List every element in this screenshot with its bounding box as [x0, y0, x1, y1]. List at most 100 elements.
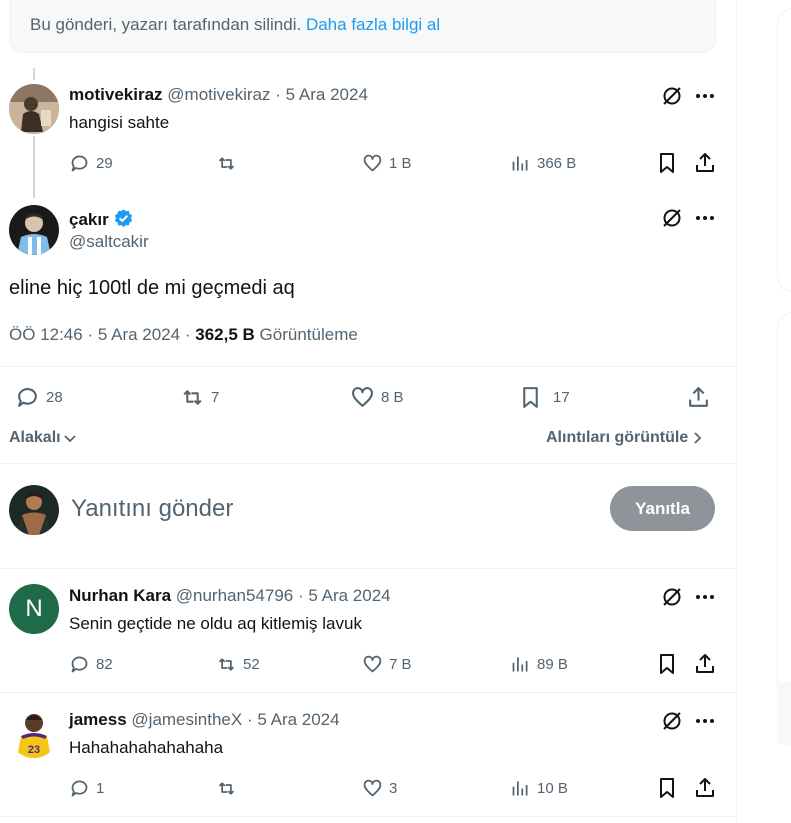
reply-submit-button[interactable]: Yanıtla	[610, 486, 715, 531]
grok-icon[interactable]	[660, 84, 684, 113]
repost-button[interactable]	[216, 778, 243, 799]
thread-line	[33, 136, 35, 198]
author-handle[interactable]: @motivekiraz	[167, 85, 270, 104]
share-button[interactable]	[693, 652, 717, 676]
more-icon[interactable]	[694, 84, 716, 113]
verified-badge-icon[interactable]	[113, 208, 134, 234]
like-button[interactable]: 3	[362, 778, 397, 799]
view-quotes-link[interactable]: Alıntıları görüntüle	[546, 429, 704, 447]
divider	[0, 692, 736, 693]
avatar-photo: 23	[9, 708, 59, 758]
share-button[interactable]	[693, 776, 717, 800]
jersey-number: 23	[28, 744, 40, 756]
avatar[interactable]	[9, 84, 59, 134]
author-header: çakır	[69, 208, 134, 234]
avatar[interactable]	[9, 205, 59, 255]
grok-icon[interactable]	[660, 585, 684, 614]
tweet-header: jamess @jamesintheX · 5 Ara 2024	[69, 710, 340, 730]
grok-icon[interactable]	[660, 709, 684, 738]
tweet-date[interactable]: 5 Ara 2024	[257, 710, 339, 729]
thread-line-top	[33, 68, 35, 80]
reply-button[interactable]: 82	[69, 654, 113, 675]
author-name[interactable]: çakır	[69, 210, 109, 229]
grok-icon[interactable]	[660, 206, 684, 235]
reply-button[interactable]: 1	[69, 778, 104, 799]
tweet-header: motivekiraz @motivekiraz · 5 Ara 2024	[69, 85, 368, 105]
author-name[interactable]: motivekiraz	[69, 85, 163, 104]
reply-button[interactable]: 29	[69, 153, 113, 174]
author-name[interactable]: jamess	[69, 710, 127, 729]
bookmark-button[interactable]: 17	[518, 385, 570, 410]
like-button[interactable]: 1 B	[362, 153, 412, 174]
tweet-date[interactable]: 5 Ara 2024	[98, 325, 180, 344]
tweet-text: Senin geçtide ne oldu aq kitlemiş lavuk	[69, 614, 362, 633]
separator: ·	[184, 325, 191, 344]
tweet-meta: ÖÖ 12:46 · 5 Ara 2024 · 362,5 B Görüntül…	[9, 325, 358, 345]
avatar[interactable]: N	[9, 584, 59, 634]
bookmark-button[interactable]	[655, 151, 679, 175]
reply-icon	[71, 155, 88, 172]
avatar[interactable]	[9, 485, 59, 535]
author-name[interactable]: Nurhan Kara	[69, 586, 171, 605]
more-icon[interactable]	[694, 206, 716, 235]
separator: ·	[87, 325, 94, 344]
reply-count: 29	[96, 155, 113, 172]
learn-more-link[interactable]: Daha fazla bilgi al	[306, 15, 440, 34]
sidebar-card	[777, 312, 791, 746]
reply-icon	[18, 388, 37, 407]
view-count: 366 B	[537, 155, 577, 172]
like-button[interactable]: 8 B	[350, 385, 404, 410]
reply-button[interactable]: 28	[15, 385, 63, 410]
views-icon	[512, 657, 528, 672]
like-count: 3	[389, 780, 398, 797]
compose-input[interactable]: Yanıtını gönder	[71, 495, 233, 523]
divider	[0, 463, 736, 464]
repost-button[interactable]: 52	[216, 654, 260, 675]
repost-button[interactable]	[216, 153, 243, 174]
views-button[interactable]: 366 B	[510, 153, 576, 174]
divider	[0, 568, 736, 569]
share-button[interactable]	[693, 151, 717, 175]
more-icon[interactable]	[694, 709, 716, 738]
like-button[interactable]: 7 B	[362, 654, 412, 675]
share-icon	[696, 778, 714, 797]
sort-relevant[interactable]: Alakalı	[9, 429, 77, 447]
author-handle[interactable]: @saltcakir	[69, 232, 149, 252]
like-count: 8 B	[381, 389, 404, 406]
avatar-initial: N	[25, 595, 43, 622]
sidebar-card-footer	[777, 682, 791, 744]
deleted-post-notice: Bu gönderi, yazarı tarafından silindi. D…	[9, 0, 716, 53]
notice-text: Bu gönderi, yazarı tarafından silindi. D…	[30, 15, 440, 35]
avatar-photo	[9, 84, 59, 134]
bookmark-button[interactable]	[655, 652, 679, 676]
more-icon[interactable]	[694, 585, 716, 614]
author-handle[interactable]: @jamesintheX	[131, 710, 242, 729]
author-handle[interactable]: @nurhan54796	[176, 586, 293, 605]
bookmark-icon	[523, 387, 538, 408]
separator: ·	[297, 586, 304, 605]
tweet-text: Hahahahahahahaha	[69, 738, 224, 757]
heart-icon	[363, 154, 382, 172]
views-button[interactable]: 10 B	[510, 778, 568, 799]
tweet-date[interactable]: 5 Ara 2024	[308, 586, 390, 605]
avatar[interactable]: 23	[9, 708, 59, 758]
views-icon	[512, 781, 528, 796]
repost-button[interactable]: 7	[180, 385, 219, 410]
bookmark-button[interactable]	[655, 776, 679, 800]
right-sidebar	[737, 0, 791, 823]
chevron-right-icon	[694, 432, 702, 444]
bookmark-icon	[660, 778, 674, 798]
divider	[0, 816, 736, 817]
tweet-date[interactable]: 5 Ara 2024	[286, 85, 368, 104]
share-button[interactable]	[686, 385, 711, 410]
tweet-time[interactable]: ÖÖ 12:46	[9, 325, 83, 344]
views-button[interactable]: 89 B	[510, 654, 568, 675]
quotes-label: Alıntıları görüntüle	[546, 429, 689, 446]
heart-icon	[363, 655, 382, 673]
views-icon	[512, 156, 528, 171]
tweet-text: eline hiç 100tl de mi geçmedi aq	[9, 277, 295, 299]
tweet-header: Nurhan Kara @nurhan54796 · 5 Ara 2024	[69, 586, 391, 606]
avatar-photo	[9, 205, 59, 255]
repost-icon	[218, 658, 235, 671]
repost-icon	[218, 782, 235, 795]
